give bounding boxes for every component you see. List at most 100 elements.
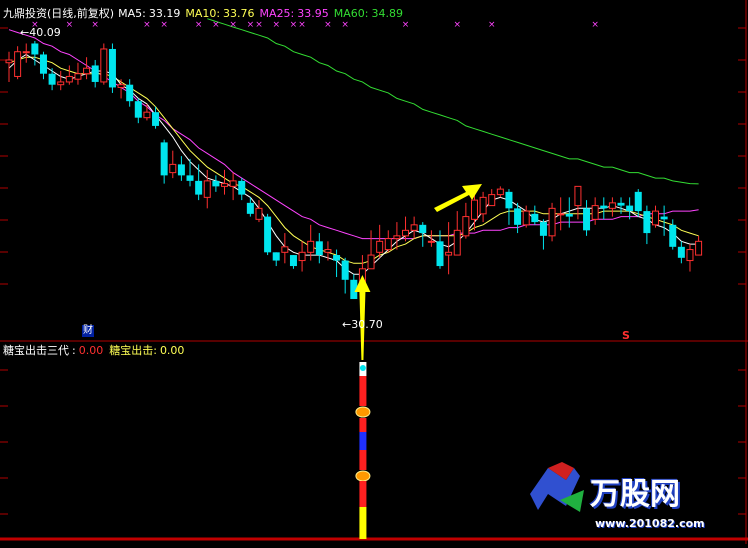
candle-body bbox=[686, 249, 694, 262]
candle-body bbox=[281, 246, 289, 253]
candle-body bbox=[117, 84, 125, 88]
candle-body bbox=[315, 241, 323, 256]
signal-yellow-segment bbox=[359, 507, 367, 539]
indicator-header: 糖宝出击三代:0.00 糖宝出击: 0.00 bbox=[3, 344, 189, 358]
candle-body bbox=[14, 51, 22, 77]
candle-body bbox=[453, 229, 461, 256]
candle-body bbox=[436, 241, 444, 267]
candle-body bbox=[134, 101, 142, 118]
ma25-label: MA25: bbox=[259, 7, 295, 20]
candle-body bbox=[608, 202, 616, 209]
candle-body bbox=[264, 216, 272, 253]
candle-body bbox=[22, 51, 30, 54]
candle-body bbox=[643, 211, 651, 234]
candle-body bbox=[160, 142, 168, 176]
candle-body bbox=[91, 65, 99, 82]
signal-blue-segment bbox=[359, 432, 367, 450]
candle-body bbox=[5, 59, 13, 64]
candle-body bbox=[514, 208, 522, 225]
candle-body bbox=[229, 180, 237, 187]
signal-red-segment bbox=[359, 418, 367, 432]
candle-body bbox=[203, 180, 211, 198]
main-header: 九鼎投资(日线,前复权) MA5: 33.19 MA10: 33.76 MA25: 33.9… bbox=[3, 7, 408, 21]
candle-body bbox=[427, 240, 435, 243]
indicator-value1: 0.00 bbox=[78, 344, 104, 357]
x-marker: × bbox=[272, 20, 280, 30]
candle-body bbox=[307, 240, 315, 253]
candle-body bbox=[583, 208, 591, 231]
x-marker: × bbox=[160, 20, 168, 30]
x-marker: × bbox=[195, 20, 203, 30]
candle-body bbox=[445, 251, 453, 256]
x-marker: × bbox=[290, 20, 298, 30]
candle-body bbox=[479, 196, 487, 215]
candle-body bbox=[169, 163, 177, 174]
candle-body bbox=[48, 73, 56, 85]
candle-body bbox=[591, 205, 599, 220]
candle-body bbox=[652, 210, 659, 226]
candle-body bbox=[152, 112, 160, 126]
candle-body bbox=[522, 210, 530, 226]
candle-body bbox=[195, 180, 203, 195]
candle-body bbox=[221, 183, 228, 187]
candle-body bbox=[384, 238, 392, 251]
candle-body bbox=[74, 73, 82, 80]
candle-body bbox=[65, 75, 73, 83]
candle-body bbox=[470, 199, 478, 220]
candle-body bbox=[600, 205, 608, 209]
signal-red-segment bbox=[359, 450, 367, 470]
candle-body bbox=[212, 180, 220, 187]
ingot-icon bbox=[355, 406, 371, 418]
signal-red-segment bbox=[359, 376, 367, 406]
indicator-label2: 糖宝出击: bbox=[109, 344, 157, 357]
s-marker: S bbox=[622, 329, 630, 342]
candle-body bbox=[341, 260, 349, 280]
candle-body bbox=[298, 251, 306, 262]
candle-body bbox=[539, 222, 547, 236]
candle-body bbox=[488, 194, 496, 207]
signal-dot bbox=[359, 365, 366, 371]
candle-body bbox=[505, 191, 513, 209]
candle-body bbox=[31, 43, 39, 55]
ma25-value: 33.95 bbox=[297, 7, 329, 20]
x-marker: × bbox=[341, 20, 349, 30]
candle-body bbox=[410, 224, 418, 231]
x-marker: × bbox=[255, 20, 263, 30]
x-marker: × bbox=[91, 20, 99, 30]
x-marker: × bbox=[298, 20, 306, 30]
candle-body bbox=[324, 249, 332, 253]
candle-body bbox=[531, 213, 539, 223]
candle-body bbox=[660, 216, 668, 220]
x-marker: × bbox=[324, 20, 332, 30]
candle-body bbox=[677, 246, 685, 258]
cai-marker: 财 bbox=[82, 325, 94, 337]
candle-body bbox=[402, 229, 410, 237]
stock-chart: × × × × × × × × × × × × × × × × × × × bbox=[0, 0, 748, 544]
candle-body bbox=[367, 254, 375, 270]
candle bbox=[548, 202, 556, 242]
low-price-label: ←30.70 bbox=[342, 318, 383, 331]
candle-body bbox=[548, 207, 556, 237]
candle-body bbox=[108, 48, 116, 88]
candle-body bbox=[246, 202, 254, 214]
candle-body bbox=[126, 84, 134, 102]
x-marker: × bbox=[212, 20, 220, 30]
candle-body bbox=[100, 48, 108, 83]
x-marker: × bbox=[229, 20, 237, 30]
candle-body bbox=[289, 255, 297, 267]
candle bbox=[264, 213, 272, 256]
ma5-value: 33.19 bbox=[148, 7, 181, 20]
indicator-value2: 0.00 bbox=[159, 344, 185, 357]
indicator-name: 糖宝出击三代 bbox=[3, 344, 69, 357]
candle-body bbox=[238, 180, 246, 195]
candle-body bbox=[557, 213, 565, 216]
ma10-label: MA10: bbox=[185, 7, 221, 20]
candle-body bbox=[393, 235, 401, 240]
watermark-url: www.201082.com bbox=[595, 517, 705, 530]
watermark-title: 万股网 bbox=[590, 477, 680, 512]
candle-body bbox=[626, 205, 634, 212]
x-marker: × bbox=[143, 20, 151, 30]
candle-body bbox=[186, 175, 194, 181]
x-marker: × bbox=[488, 20, 496, 30]
ma5-label: MA5: bbox=[118, 7, 146, 20]
